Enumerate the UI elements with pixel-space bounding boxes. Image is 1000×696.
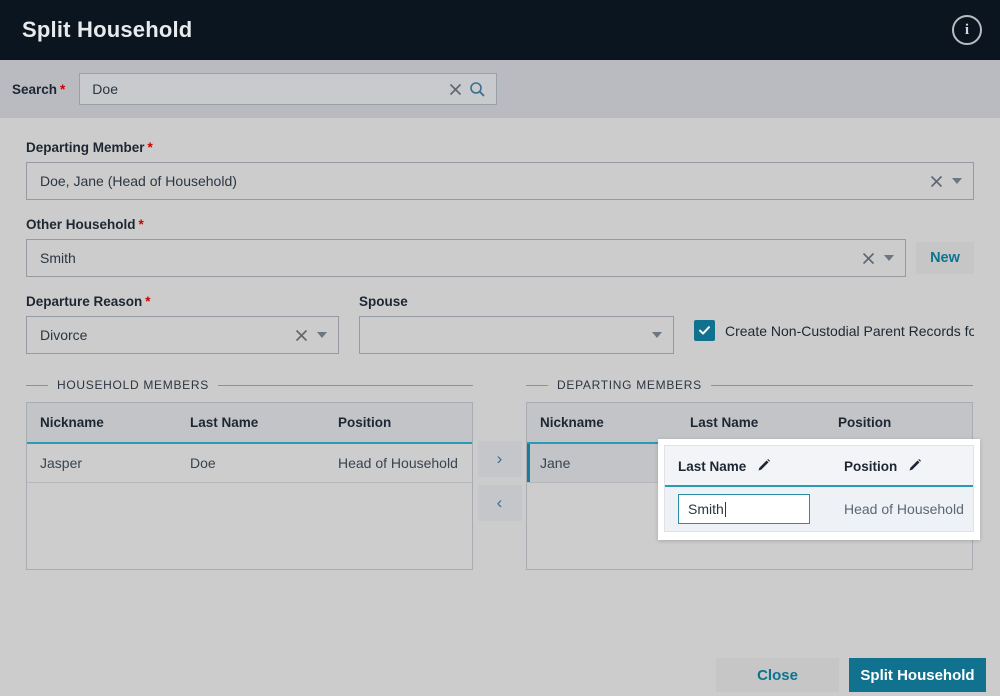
search-input[interactable]: Doe (79, 73, 498, 105)
other-household-group: Other Household * Smith New (26, 217, 974, 277)
departing-member-group: Departing Member * Doe, Jane (Head of Hou… (26, 140, 974, 200)
spouse-select[interactable] (359, 316, 674, 354)
last-name-edit-input[interactable]: Smith (678, 494, 810, 524)
household-members-legend-text: HOUSEHOLD MEMBERS (57, 378, 209, 392)
column-header-last-name[interactable]: Last Name (177, 403, 325, 444)
search-label: Search * (12, 82, 65, 97)
departure-reason-select[interactable]: Divorce (26, 316, 339, 354)
departing-members-legend: DEPARTING MEMBERS (526, 378, 973, 392)
page-title: Split Household (22, 17, 193, 42)
other-household-select[interactable]: Smith (26, 239, 906, 277)
reason-spouse-row: Departure Reason * Divorce Spouse Create … (26, 294, 974, 354)
departure-reason-chevron-down-icon[interactable] (312, 325, 332, 345)
search-required-mark: * (60, 81, 66, 97)
transfer-buttons: › ‹ (473, 378, 526, 521)
spouse-group: Spouse (359, 294, 674, 354)
inline-edit-overlay: Last Name Position Smith Head of Househo… (658, 439, 980, 540)
non-custodial-checkbox-group[interactable]: Create Non-Custodial Parent Records for … (694, 294, 974, 341)
overlay-header-row: Last Name Position (665, 446, 973, 487)
household-members-panel: HOUSEHOLD MEMBERS Nickname Last Name Pos… (26, 378, 473, 570)
overlay-header-last-name-text: Last Name (678, 459, 747, 474)
move-left-button[interactable]: ‹ (477, 485, 522, 521)
move-right-button[interactable]: › (477, 441, 522, 477)
split-household-form: Departing Member * Doe, Jane (Head of Hou… (0, 118, 1000, 354)
table-header-row: Nickname Last Name Position (27, 403, 472, 444)
column-header-nickname[interactable]: Nickname (27, 403, 177, 444)
departing-member-clear-icon[interactable] (925, 170, 947, 192)
spouse-label: Spouse (359, 294, 408, 309)
departure-reason-required-mark: * (145, 294, 151, 309)
overlay-cell-position: Head of Household (831, 486, 973, 531)
departing-member-label-text: Departing Member (26, 140, 145, 155)
overlay-header-position-text: Position (844, 459, 898, 474)
other-household-clear-icon[interactable] (857, 247, 879, 269)
departure-reason-label: Departure Reason * (26, 294, 339, 309)
departure-reason-group: Departure Reason * Divorce (26, 294, 339, 354)
overlay-column-header-last-name[interactable]: Last Name (665, 446, 831, 487)
close-button[interactable]: Close (716, 658, 839, 692)
inline-edit-panel: Last Name Position Smith Head of Househo… (664, 445, 974, 532)
search-label-text: Search (12, 81, 58, 97)
search-clear-icon[interactable] (444, 78, 466, 100)
departure-reason-value: Divorce (40, 327, 88, 343)
departing-members-legend-text: DEPARTING MEMBERS (557, 378, 702, 392)
non-custodial-checkbox-label: Create Non-Custodial Parent Records for … (725, 322, 974, 339)
overlay-edit-row: Smith Head of Household (665, 486, 973, 531)
legend-line-left (26, 384, 48, 386)
other-household-chevron-down-icon[interactable] (879, 248, 899, 268)
overlay-cell-last-name: Smith (665, 486, 831, 531)
non-custodial-checkbox[interactable] (694, 320, 715, 341)
departing-member-select[interactable]: Doe, Jane (Head of Household) (26, 162, 974, 200)
cell-position: Head of Household (325, 443, 472, 483)
departure-reason-clear-icon[interactable] (290, 324, 312, 346)
column-header-last-name[interactable]: Last Name (677, 403, 825, 444)
search-input-value: Doe (92, 81, 118, 97)
departure-reason-label-text: Departure Reason (26, 294, 143, 309)
departing-member-chevron-down-icon[interactable] (947, 171, 967, 191)
text-cursor (724, 501, 726, 517)
legend-line-right (217, 384, 473, 386)
departing-member-label: Departing Member * (26, 140, 974, 155)
pencil-icon[interactable] (908, 458, 922, 472)
new-household-button[interactable]: New (916, 242, 974, 274)
spouse-chevron-down-icon[interactable] (647, 325, 667, 345)
column-header-position[interactable]: Position (325, 403, 472, 444)
dialog-footer: Close Split Household (0, 654, 1000, 696)
overlay-column-header-position[interactable]: Position (831, 446, 973, 487)
legend-line-right (710, 384, 973, 386)
other-household-value: Smith (40, 250, 76, 266)
other-household-required-mark: * (138, 217, 144, 232)
last-name-edit-value: Smith (688, 501, 724, 517)
legend-line-left (526, 384, 548, 386)
table-row[interactable]: Jasper Doe Head of Household (27, 443, 472, 483)
cell-nickname: Jane (527, 443, 677, 483)
search-bar: Search * Doe (0, 60, 1000, 118)
split-household-button[interactable]: Split Household (849, 658, 986, 692)
departing-member-value: Doe, Jane (Head of Household) (40, 173, 237, 189)
info-circle-icon[interactable]: i (952, 15, 982, 45)
pencil-icon[interactable] (757, 458, 771, 472)
household-members-grid[interactable]: Nickname Last Name Position Jasper Doe H… (26, 402, 473, 570)
column-header-nickname[interactable]: Nickname (527, 403, 677, 444)
cell-last-name: Doe (177, 443, 325, 483)
table-header-row: Nickname Last Name Position (527, 403, 972, 444)
other-household-row: Smith New (26, 239, 974, 277)
other-household-label: Other Household * (26, 217, 974, 232)
departing-member-required-mark: * (147, 140, 153, 155)
magnifier-icon[interactable] (466, 78, 488, 100)
cell-nickname: Jasper (27, 443, 177, 483)
dialog-title-bar: Split Household i (0, 0, 1000, 60)
household-members-legend: HOUSEHOLD MEMBERS (26, 378, 473, 392)
other-household-label-text: Other Household (26, 217, 136, 232)
column-header-position[interactable]: Position (825, 403, 972, 444)
